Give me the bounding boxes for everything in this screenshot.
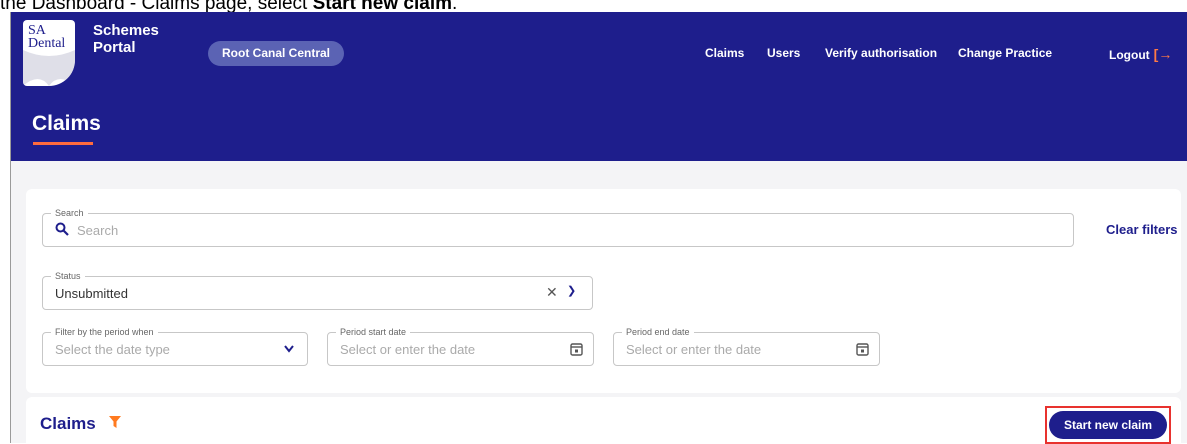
- search-label: Search: [51, 207, 88, 219]
- clear-icon[interactable]: ✕: [546, 284, 558, 301]
- logo-text: SA Dental: [28, 23, 66, 51]
- nav-change-practice[interactable]: Change Practice: [958, 46, 1052, 60]
- top-header: SA Dental Schemes Portal Root Canal Cent…: [11, 12, 1187, 161]
- period-type-label: Filter by the period when: [51, 326, 158, 338]
- highlight-annotation: [1045, 406, 1171, 444]
- filter-panel: Search Search Clear filters Status Unsub…: [26, 189, 1181, 393]
- title-underline: [33, 142, 93, 145]
- chevron-down-icon: [284, 345, 294, 353]
- end-date-input[interactable]: Select or enter the date: [626, 342, 761, 357]
- status-label: Status: [51, 270, 85, 282]
- period-end-date-field[interactable]: Period end date Select or enter the date: [613, 326, 880, 366]
- page-title: Claims: [32, 112, 101, 135]
- search-field[interactable]: Search Search: [42, 207, 1074, 247]
- end-date-label: Period end date: [622, 326, 694, 338]
- claims-section-header: Claims Start new claim: [26, 397, 1181, 444]
- chevron-down-icon[interactable]: ❯: [567, 284, 576, 297]
- portal-name: Schemes Portal: [93, 22, 159, 56]
- logout-icon: [→: [1153, 46, 1173, 62]
- nav-users[interactable]: Users: [767, 46, 800, 60]
- period-type-select[interactable]: Filter by the period when Select the dat…: [42, 326, 308, 366]
- logout-label: Logout: [1109, 48, 1150, 62]
- nav-claims[interactable]: Claims: [705, 46, 744, 60]
- search-input[interactable]: Search: [77, 223, 118, 238]
- browser-viewport: SA Dental Schemes Portal Root Canal Cent…: [10, 12, 1187, 444]
- calendar-icon[interactable]: [856, 342, 869, 356]
- current-practice-badge[interactable]: Root Canal Central: [208, 41, 345, 66]
- nav-verify-authorisation[interactable]: Verify authorisation: [825, 46, 937, 60]
- start-date-label: Period start date: [336, 326, 411, 338]
- period-start-date-field[interactable]: Period start date Select or enter the da…: [327, 326, 594, 366]
- status-value: Unsubmitted: [55, 286, 128, 301]
- claims-heading: Claims: [40, 414, 96, 433]
- filter-icon[interactable]: [109, 416, 121, 428]
- clear-filters-link[interactable]: Clear filters: [1106, 222, 1178, 237]
- search-icon: [55, 222, 69, 236]
- period-type-placeholder: Select the date type: [55, 342, 170, 357]
- sa-dental-logo[interactable]: SA Dental: [23, 20, 75, 86]
- start-date-input[interactable]: Select or enter the date: [340, 342, 475, 357]
- logout-button[interactable]: Logout [→: [1109, 46, 1172, 62]
- status-select[interactable]: Status Unsubmitted ✕ ❯: [42, 270, 593, 310]
- calendar-icon[interactable]: [570, 342, 583, 356]
